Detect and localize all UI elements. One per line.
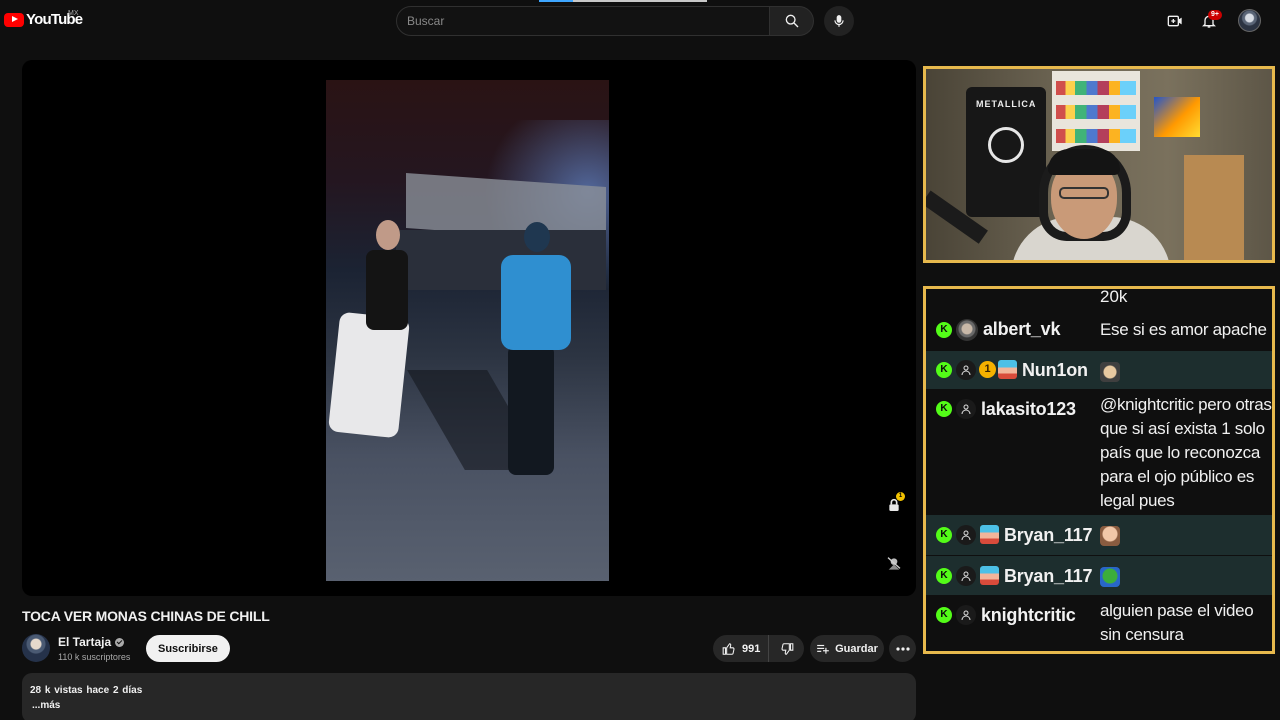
- figure-shelf: [1052, 71, 1140, 151]
- thumbs-down-icon: [781, 642, 794, 655]
- chat-message-text: 20k: [1100, 287, 1128, 306]
- like-count: 991: [742, 642, 761, 655]
- video-title: TOCA VER MONAS CHINAS DE CHILL: [22, 608, 270, 624]
- video-frame: [326, 80, 609, 581]
- channel-name-link[interactable]: El Tartaja: [58, 635, 125, 649]
- loading-bar: [539, 0, 707, 2]
- subscriber-badge-icon: [980, 566, 999, 585]
- webcam-overlay: METALLICA: [923, 66, 1275, 263]
- chat-message: K Bryan_117: [926, 555, 1272, 595]
- voice-search-button[interactable]: [824, 6, 854, 36]
- chat-message: K knightcritic alguien pase el video sin…: [926, 595, 1272, 651]
- user-icon: [956, 360, 976, 380]
- chat-username: albert_vk: [983, 319, 1061, 339]
- chat-username: Bryan_117: [1004, 525, 1093, 545]
- playlist-add-icon: [817, 644, 829, 654]
- subscriber-badge-icon: [998, 360, 1017, 379]
- user-icon: [956, 525, 976, 545]
- chat-message: K albert_vk Ese si es amor apache: [926, 311, 1272, 351]
- user-icon: [956, 605, 976, 625]
- emote-icon: [1100, 566, 1120, 587]
- chat-message-text: Ese si es amor apache: [1100, 320, 1267, 339]
- notifications-badge: 9+: [1208, 10, 1222, 20]
- chat-message-text: [1100, 564, 1272, 588]
- search-input[interactable]: [396, 6, 770, 36]
- kick-badge-icon: K: [936, 322, 952, 338]
- thumbs-up-icon: [722, 642, 735, 655]
- poster-text: METALLICA: [976, 99, 1037, 109]
- kick-badge-icon: K: [936, 607, 952, 623]
- save-button[interactable]: Guardar: [810, 635, 884, 662]
- channel-avatar[interactable]: [22, 634, 50, 662]
- search-icon: [785, 14, 798, 28]
- channel-name: El Tartaja: [58, 635, 112, 649]
- account-avatar[interactable]: [1238, 9, 1261, 32]
- level-badge: 1: [979, 361, 996, 378]
- chat-message: K Bryan_117: [926, 515, 1272, 555]
- search-bar: [396, 6, 814, 36]
- verified-icon: [115, 637, 125, 647]
- logo-region: MX: [68, 10, 79, 17]
- create-button[interactable]: [1164, 10, 1186, 32]
- chat-username: knightcritic: [981, 605, 1076, 625]
- chat-message-text: [1100, 359, 1272, 383]
- chat-username: lakasito123: [981, 399, 1076, 419]
- views-and-date: 28 k vistas hace 2 días: [30, 685, 143, 696]
- more-actions-button[interactable]: [889, 635, 916, 662]
- chat-username: Bryan_117: [1004, 566, 1093, 586]
- dislike-button[interactable]: [769, 635, 804, 662]
- subscriber-badge-icon: [980, 525, 999, 544]
- like-button[interactable]: 991: [713, 635, 770, 662]
- lock-badge: 1: [896, 492, 905, 501]
- chat-username: Nun1on: [1022, 360, 1088, 380]
- save-label: Guardar: [835, 642, 878, 655]
- chat-message-text: alguien pase el video sin censura: [1100, 601, 1254, 644]
- more-horizontal-icon: [895, 646, 910, 651]
- chat-message-text: [1100, 523, 1272, 547]
- subscriber-count: 110 k suscriptores: [58, 652, 131, 662]
- user-avatar: [956, 319, 978, 341]
- subscribe-button[interactable]: Suscribirse: [146, 635, 230, 662]
- chat-overlay: 20k K albert_vk Ese si es amor apache K …: [923, 286, 1275, 654]
- description-box[interactable]: 28 k vistas hace 2 días ...más: [22, 673, 916, 720]
- video-player[interactable]: 1: [22, 60, 916, 596]
- poster: METALLICA: [966, 87, 1046, 217]
- create-video-icon: [1167, 15, 1182, 27]
- chat-message-text: @knightcritic pero otras que si así exis…: [1100, 395, 1272, 510]
- emote-icon: [1100, 361, 1120, 382]
- chat-message: K 1 Nun1on: [926, 351, 1272, 389]
- play-logo-icon: [4, 12, 24, 27]
- show-more-link[interactable]: ...más: [32, 700, 60, 711]
- microphone-icon: [834, 15, 844, 27]
- user-icon: [956, 566, 976, 586]
- user-icon: [956, 399, 976, 419]
- kick-badge-icon: K: [936, 362, 952, 378]
- chat-message: K lakasito123 @knightcritic pero otras q…: [926, 389, 1272, 515]
- top-bar: YouTube MX 9+: [0, 0, 1280, 42]
- kick-badge-icon: K: [936, 401, 952, 417]
- like-dislike-group: 991: [713, 635, 804, 662]
- emote-icon: [1100, 525, 1120, 546]
- search-button[interactable]: [770, 6, 814, 36]
- kick-badge-icon: K: [936, 527, 952, 543]
- kick-badge-icon: K: [936, 568, 952, 584]
- mascot-icon: [887, 557, 901, 570]
